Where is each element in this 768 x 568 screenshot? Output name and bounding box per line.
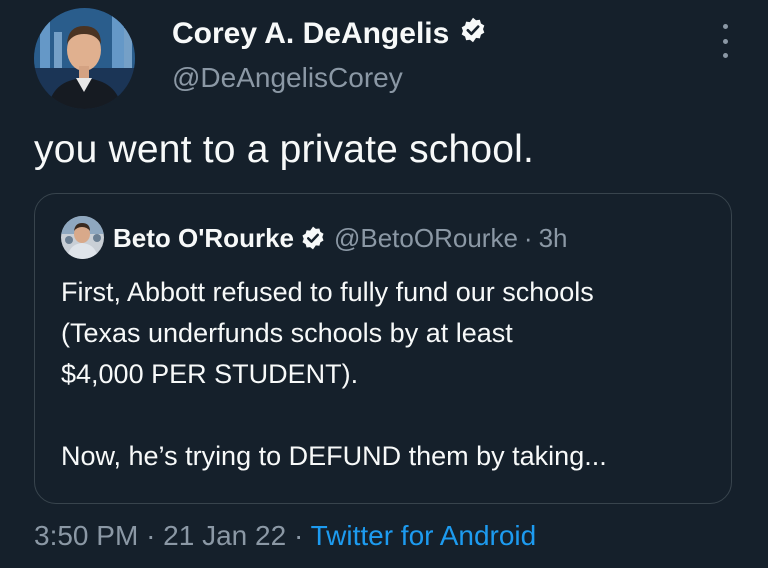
more-dot — [722, 53, 728, 58]
tweet-source-link[interactable]: Twitter for Android — [311, 520, 537, 551]
header-separator: · — [523, 222, 533, 253]
more-dot — [722, 24, 728, 29]
quoted-author-avatar[interactable] — [61, 216, 104, 259]
tweet-text: you went to a private school. — [34, 128, 535, 171]
quoted-text-line: First, Abbott refused to fully fund our … — [61, 277, 594, 307]
quoted-author-handle[interactable]: @BetoORourke — [334, 223, 518, 254]
more-dot — [722, 38, 728, 44]
verified-badge-icon — [300, 225, 326, 251]
more-options-icon[interactable] — [716, 24, 734, 58]
author-avatar[interactable] — [34, 8, 135, 109]
quoted-tweet-text: First, Abbott refused to fully fund our … — [61, 272, 721, 477]
meta-separator: · — [293, 520, 304, 551]
tweet-time[interactable]: 3:50 PM — [34, 520, 138, 551]
author-name[interactable]: Corey A. DeAngelis — [172, 17, 449, 51]
quoted-text-line: $4,000 PER STUDENT). — [61, 359, 359, 389]
quoted-author-name[interactable]: Beto O'Rourke — [113, 223, 294, 254]
quoted-text-line: (Texas underfunds schools by at least — [61, 318, 513, 348]
tweet-date[interactable]: 21 Jan 22 — [163, 520, 286, 551]
author-name-row[interactable]: Corey A. DeAngelis — [172, 14, 487, 54]
verified-badge-icon — [459, 16, 487, 52]
quoted-tweet-header: Beto O'Rourke @BetoORourke · 3h — [113, 218, 568, 258]
quoted-tweet-card[interactable]: Beto O'Rourke @BetoORourke · 3h First, A… — [34, 193, 732, 504]
author-handle[interactable]: @DeAngelisCorey — [172, 62, 403, 94]
quoted-text-line: Now, he’s trying to DEFUND them by takin… — [61, 441, 607, 471]
quoted-tweet-time[interactable]: 3h — [539, 223, 568, 254]
meta-separator: · — [146, 520, 156, 551]
tweet-metadata: 3:50 PM · 21 Jan 22 · Twitter for Androi… — [34, 520, 536, 552]
